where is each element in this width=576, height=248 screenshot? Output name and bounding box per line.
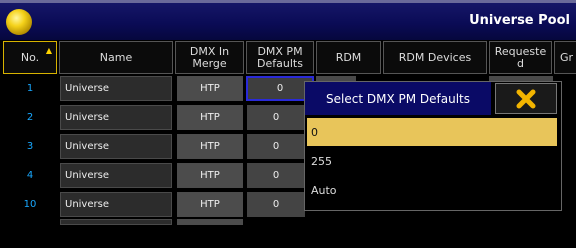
option-255[interactable]: 255	[307, 147, 557, 175]
close-icon	[516, 89, 536, 108]
option-auto[interactable]: Auto	[307, 176, 557, 204]
row-name	[60, 219, 172, 225]
popup-title: Select DMX PM Defaults	[305, 82, 491, 115]
column-header-dmx-in-merge[interactable]: DMX In Merge	[175, 41, 244, 74]
row-merge[interactable]: HTP	[177, 134, 243, 159]
row-name[interactable]: Universe	[60, 76, 172, 101]
row-merge[interactable]: HTP	[177, 192, 243, 217]
row-pm-defaults[interactable]: 0	[247, 134, 305, 159]
row-name[interactable]: Universe	[60, 105, 172, 130]
row-pm-defaults[interactable]: 0	[247, 163, 305, 188]
table-row-partial	[0, 219, 576, 248]
window-title: Universe Pool	[469, 13, 570, 28]
column-header-no[interactable]: No. ▲	[3, 41, 57, 74]
column-header-dmx-pm-defaults[interactable]: DMX PM Defaults	[246, 41, 314, 74]
row-number: 3	[26, 141, 34, 152]
row-pm-defaults[interactable]: 0	[247, 105, 305, 130]
row-merge[interactable]: HTP	[177, 163, 243, 188]
row-pm-defaults[interactable]: 0	[247, 192, 305, 217]
row-name[interactable]: Universe	[60, 134, 172, 159]
row-number: 2	[26, 112, 34, 123]
row-merge[interactable]: HTP	[177, 105, 243, 130]
column-header-requested[interactable]: Requeste d	[489, 41, 552, 74]
row-merge	[177, 219, 243, 225]
column-header-group[interactable]: Gr	[554, 41, 576, 74]
sort-ascending-icon: ▲	[45, 46, 52, 55]
column-header-rdm[interactable]: RDM	[316, 41, 381, 74]
title-bar-edge	[0, 0, 576, 3]
row-number: 10	[23, 199, 37, 210]
title-bar: Universe Pool	[0, 0, 576, 40]
close-button[interactable]	[495, 83, 557, 114]
row-name[interactable]: Universe	[60, 163, 172, 188]
select-dmx-pm-defaults-popup: Select DMX PM Defaults 0 255 Auto	[304, 81, 562, 211]
row-number: 4	[26, 170, 34, 181]
column-header-rdm-devices[interactable]: RDM Devices	[383, 41, 487, 74]
option-0[interactable]: 0	[307, 118, 557, 146]
row-name[interactable]: Universe	[60, 192, 172, 217]
row-number: 1	[26, 83, 34, 94]
app-orb-icon[interactable]	[6, 9, 32, 35]
column-header-name[interactable]: Name	[59, 41, 173, 74]
row-merge[interactable]: HTP	[177, 76, 243, 101]
